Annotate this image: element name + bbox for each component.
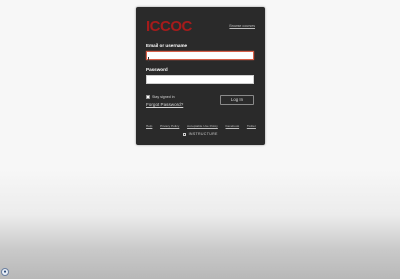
footer-link-acceptable-use[interactable]: Acceptable Use Policy	[187, 124, 218, 128]
brand-text: INSTRUCTURE	[188, 132, 218, 136]
text-caret	[148, 57, 149, 62]
stay-signed-in-label: Stay signed in	[152, 95, 175, 99]
browse-courses-link[interactable]: Browse courses	[229, 24, 255, 28]
footer-link-facebook[interactable]: Facebook	[226, 124, 240, 128]
password-label: Password	[146, 67, 168, 72]
password-field[interactable]	[146, 75, 254, 84]
footer-link-twitter[interactable]: Twitter	[247, 124, 256, 128]
iccoc-logo: ICCOC	[146, 18, 192, 35]
email-label: Email or username	[146, 43, 188, 48]
login-button[interactable]: Log In	[220, 95, 254, 105]
chat-bubble-icon[interactable]: ●	[1, 268, 9, 276]
stay-signed-in-checkbox[interactable]	[146, 95, 150, 99]
forgot-password-link[interactable]: Forgot Password?	[146, 102, 183, 107]
instructure-logo-icon	[183, 132, 187, 136]
footer-link-privacy[interactable]: Privacy Policy	[160, 124, 179, 128]
footer-link-help[interactable]: Help	[146, 124, 152, 128]
login-panel: ICCOC Browse courses Email or username P…	[136, 7, 265, 145]
footer-links: Help Privacy Policy Acceptable Use Polic…	[146, 124, 256, 128]
email-field[interactable]	[146, 51, 254, 60]
instructure-brand: INSTRUCTURE	[136, 132, 265, 136]
